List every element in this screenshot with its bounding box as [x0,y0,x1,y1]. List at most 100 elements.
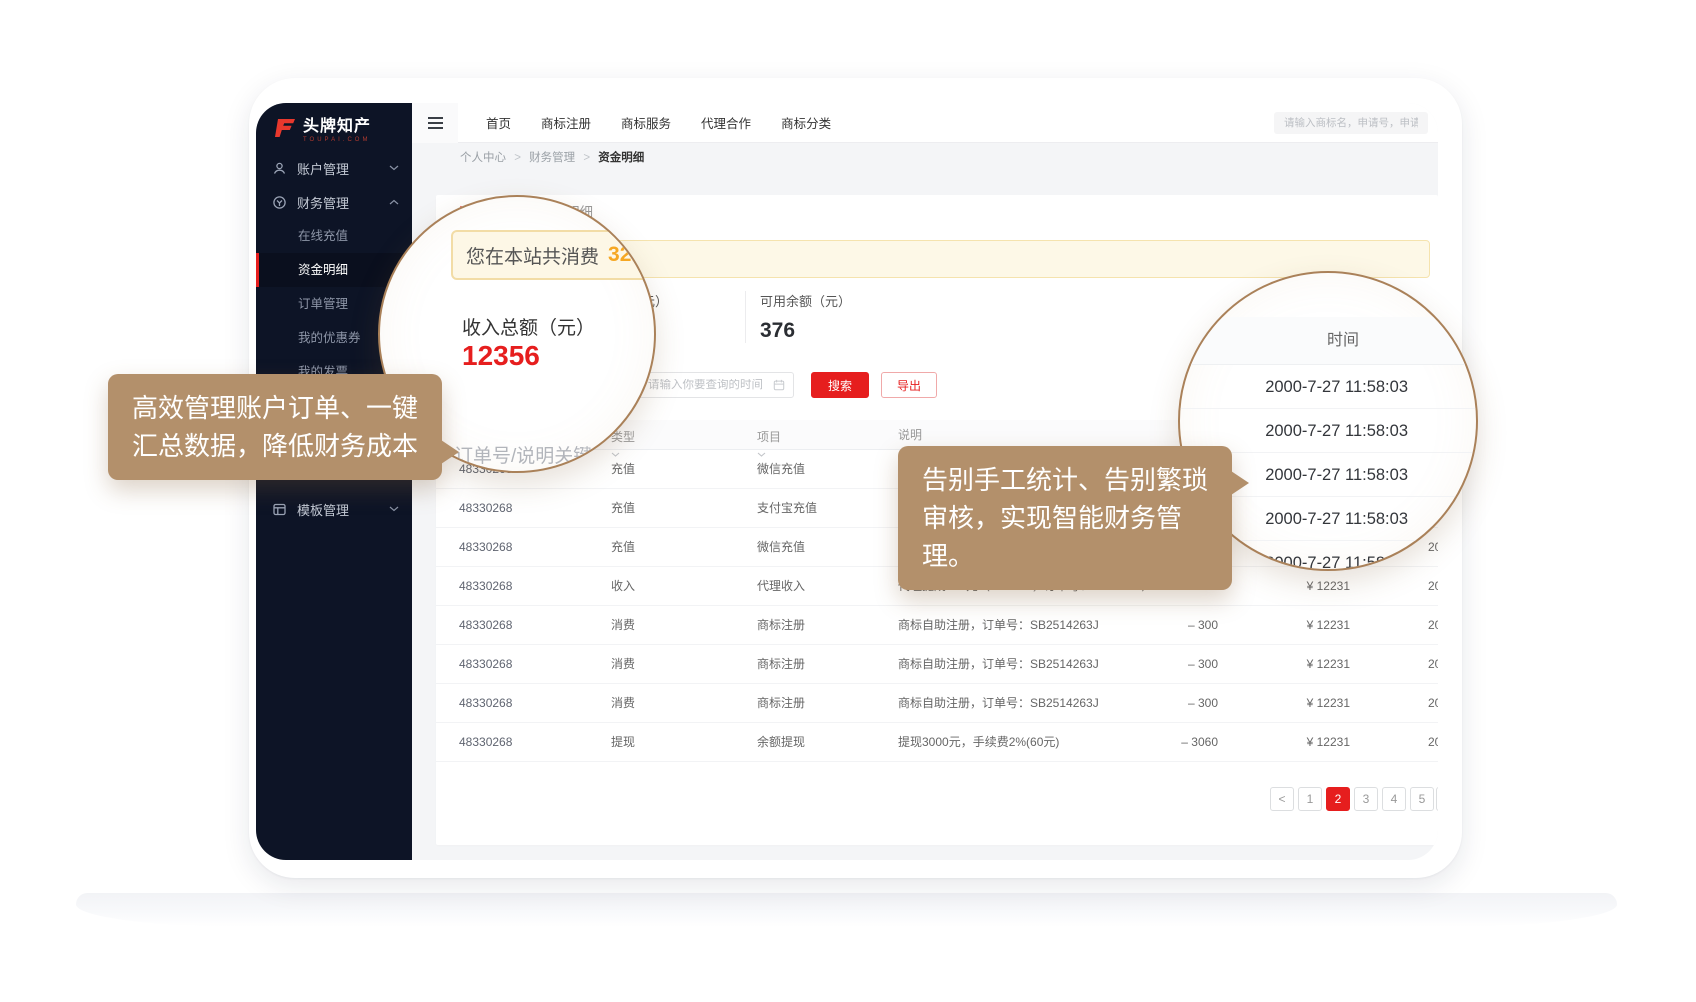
cell-balance: ¥ 12231 [1210,684,1350,723]
cell-description: 提现3000元，手续费2%(60元) [898,723,1059,762]
export-button[interactable]: 导出 [881,372,937,398]
cell-order: 48330268 [459,489,512,528]
nav-item-trademark-register[interactable]: 商标注册 [541,113,591,132]
cell-time: 2000-7-27 11:58:03 [1428,567,1438,606]
magnified-time-header: 时间 [1180,317,1478,365]
cell-time: 2000-7-27 11:58:03 [1428,723,1438,762]
cell-time: 2000-7-27 11:58:03 [1428,684,1438,723]
cell-order: 48330268 [459,567,512,606]
pagination-page-4[interactable]: 4 [1382,787,1406,811]
sidebar-item-label: 账户管理 [297,159,349,178]
stat-value: 376 [760,319,851,343]
callout-line: 审核，实现智能财务管 [922,499,1208,537]
callout-arrow-right-icon [1231,471,1249,495]
template-icon [272,502,287,517]
cell-type: 充值 [611,450,635,489]
pagination-page-1[interactable]: 1 [1298,787,1322,811]
chevron-up-icon [389,199,399,205]
chevron-down-icon [389,165,399,171]
magnified-income-label: 收入总额（元） [462,313,595,340]
chevron-down-icon [389,506,399,512]
sidebar-item-label: 模板管理 [297,500,349,519]
cell-project: 微信充值 [757,450,805,489]
person-icon [272,161,287,176]
breadcrumb-item[interactable]: 个人中心 [460,152,506,164]
callout-finance-efficiency: 高效管理账户订单、一键 汇总数据，降低财务成本 [108,374,442,480]
pagination-next-button[interactable]: > [1436,787,1438,811]
cell-order: 48330268 [459,606,512,645]
trademark-search-input[interactable] [1274,112,1428,134]
nav-item-trademark-category[interactable]: 商标分类 [781,113,831,132]
callout-line: 告别手工统计、告别繁琐 [922,461,1208,499]
table-row: 48330268 提现 余额提现 提现3000元，手续费2%(60元) – 30… [436,723,1438,762]
magnified-column-header: 订单号/说明关键字 [454,441,611,468]
magnified-income-value: 12356 [462,340,540,372]
main-nav: 首页 商标注册 商标服务 代理合作 商标分类 [486,113,831,132]
magnified-notice-prefix: 您在本站共消费 [466,242,599,269]
cell-type: 充值 [611,528,635,567]
table-row: 48330268 消费 商标注册 商标自助注册，订单号：SB2514263J –… [436,645,1438,684]
cell-type: 提现 [611,723,635,762]
cell-order: 48330268 [459,723,512,762]
breadcrumb-separator: > [514,152,521,164]
brand-logo-icon [272,118,296,138]
nav-item-home[interactable]: 首页 [486,113,511,132]
cell-type: 消费 [611,684,635,723]
cell-project: 商标注册 [757,645,805,684]
cell-project: 商标注册 [757,684,805,723]
cell-description: 商标自助注册，订单号：SB2514263J [898,645,1099,684]
cell-project: 支付宝充值 [757,489,817,528]
breadcrumb: 个人中心 > 财务管理 > 资金明细 [460,149,644,165]
brand-logo[interactable]: 头牌知产 TOUPAI.COM [256,103,412,151]
callout-arrow-right-icon [441,440,459,464]
page-canvas: 头牌知产 TOUPAI.COM 账户管理 [0,0,1696,1002]
cell-description: 商标自助注册，订单号：SB2514263J [898,606,1099,645]
hamburger-menu-icon[interactable] [412,103,458,143]
cell-time: 2000-7-27 11:58:03 [1428,645,1438,684]
cell-balance: ¥ 12231 [1210,606,1350,645]
sidebar: 头牌知产 TOUPAI.COM 账户管理 [256,103,412,860]
topbar: 首页 商标注册 商标服务 代理合作 商标分类 [412,103,1438,143]
sidebar-item-account[interactable]: 账户管理 [256,151,412,185]
table-row: 48330268 消费 商标注册 商标自助注册，订单号：SB2514263J –… [436,684,1438,723]
breadcrumb-current: 资金明细 [598,152,644,164]
callout-smart-finance: 告别手工统计、告别繁琐 审核，实现智能财务管 理。 [898,446,1232,590]
cell-project: 微信充值 [757,528,805,567]
sidebar-item-finance[interactable]: 财务管理 [256,185,412,219]
table-row: 48330268 消费 商标注册 商标自助注册，订单号：SB2514263J –… [436,606,1438,645]
magnified-notice-banner: 您在本站共消费 32124 [451,230,656,280]
stat-balance: 可用余额（元） 376 [760,291,851,343]
search-button[interactable]: 搜索 [811,372,869,398]
date-query-input[interactable] [639,379,773,391]
breadcrumb-separator: > [583,152,590,164]
cell-amount: – 300 [1076,684,1218,723]
callout-line: 汇总数据，降低财务成本 [132,427,418,465]
callout-line: 理。 [922,537,1208,575]
cell-project: 商标注册 [757,606,805,645]
sidebar-item-label: 财务管理 [297,193,349,212]
sidebar-item-template[interactable]: 模板管理 [256,492,412,526]
stat-divider [745,291,746,343]
cell-balance: ¥ 12231 [1210,645,1350,684]
pagination-page-5[interactable]: 5 [1410,787,1434,811]
coin-icon [272,195,287,210]
cell-type: 充值 [611,489,635,528]
date-query-field[interactable] [638,372,794,398]
pagination-page-2[interactable]: 2 [1326,787,1350,811]
calendar-icon [773,379,785,391]
nav-item-trademark-service[interactable]: 商标服务 [621,113,671,132]
sidebar-item-online-recharge[interactable]: 在线充值 [256,219,412,253]
pagination-prev-button[interactable]: < [1270,787,1294,811]
cell-description: 商标自助注册，订单号：SB2514263J [898,684,1099,723]
magnified-time-row: 2000-7-27 11:58:03 [1180,365,1478,409]
cell-type: 消费 [611,606,635,645]
cell-project: 余额提现 [757,723,805,762]
cell-project: 代理收入 [757,567,805,606]
pagination-page-3[interactable]: 3 [1354,787,1378,811]
breadcrumb-item[interactable]: 财务管理 [529,152,575,164]
stat-label: 可用余额（元） [760,291,851,310]
laptop-base [76,893,1617,927]
magnified-notice-amount: 32124 [608,243,656,267]
nav-item-agent-cooperation[interactable]: 代理合作 [701,113,751,132]
cell-time: 2000-7-27 11:58:03 [1428,606,1438,645]
